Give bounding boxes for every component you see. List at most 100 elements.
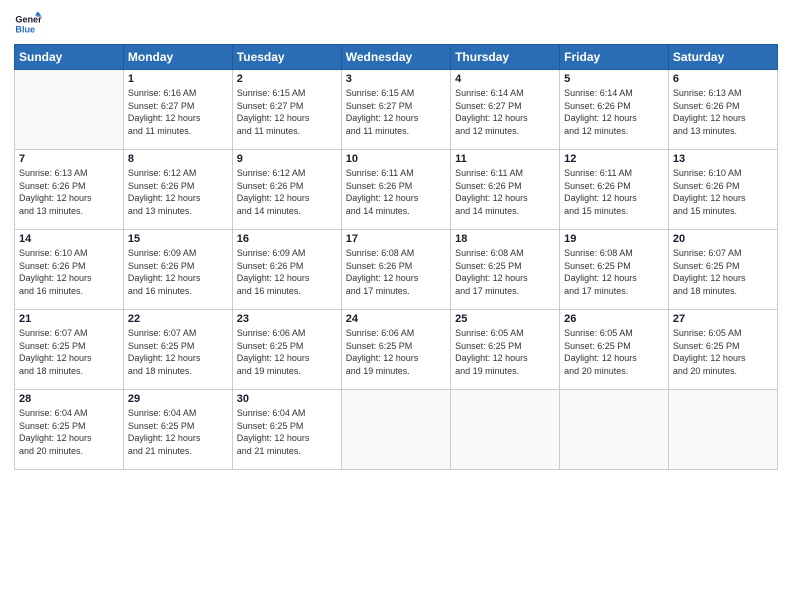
day-info: Sunrise: 6:04 AM Sunset: 6:25 PM Dayligh… bbox=[237, 407, 337, 457]
week-row: 21 Sunrise: 6:07 AM Sunset: 6:25 PM Dayli… bbox=[15, 310, 778, 390]
calendar-cell: 5Sunrise: 6:14 AM Sunset: 6:26 PM Daylig… bbox=[560, 70, 669, 150]
calendar-cell: 8 Sunrise: 6:12 AM Sunset: 6:26 PM Daylig… bbox=[123, 150, 232, 230]
day-info: Sunrise: 6:10 AM Sunset: 6:26 PM Dayligh… bbox=[19, 247, 119, 297]
day-info: Sunrise: 6:09 AM Sunset: 6:26 PM Dayligh… bbox=[237, 247, 337, 297]
day-info: Sunrise: 6:13 AM Sunset: 6:26 PM Dayligh… bbox=[19, 167, 119, 217]
calendar-cell: 28 Sunrise: 6:04 AM Sunset: 6:25 PM Dayli… bbox=[15, 390, 124, 470]
calendar-cell bbox=[15, 70, 124, 150]
calendar-cell: 25 Sunrise: 6:05 AM Sunset: 6:25 PM Dayli… bbox=[451, 310, 560, 390]
day-info: Sunrise: 6:11 AM Sunset: 6:26 PM Dayligh… bbox=[455, 167, 555, 217]
day-number: 3 bbox=[346, 73, 446, 85]
day-number: 4 bbox=[455, 73, 555, 85]
day-number: 21 bbox=[19, 313, 119, 325]
logo: General Blue bbox=[14, 10, 40, 38]
calendar-cell bbox=[451, 390, 560, 470]
svg-text:Blue: Blue bbox=[15, 24, 35, 34]
day-number: 15 bbox=[128, 233, 228, 245]
calendar-cell: 1 Sunrise: 6:16 AM Sunset: 6:27 PM Daylig… bbox=[123, 70, 232, 150]
day-info: Sunrise: 6:08 AM Sunset: 6:25 PM Dayligh… bbox=[564, 247, 664, 297]
day-number: 22 bbox=[128, 313, 228, 325]
day-number: 6 bbox=[673, 73, 773, 85]
header: General Blue bbox=[14, 10, 778, 38]
day-number: 14 bbox=[19, 233, 119, 245]
day-info: Sunrise: 6:05 AM Sunset: 6:25 PM Dayligh… bbox=[673, 327, 773, 377]
calendar-cell: 19 Sunrise: 6:08 AM Sunset: 6:25 PM Dayli… bbox=[560, 230, 669, 310]
calendar-cell: 10 Sunrise: 6:11 AM Sunset: 6:26 PM Dayli… bbox=[341, 150, 450, 230]
calendar-cell: 9Sunrise: 6:12 AM Sunset: 6:26 PM Daylig… bbox=[232, 150, 341, 230]
calendar-cell: 13 Sunrise: 6:10 AM Sunset: 6:26 PM Dayli… bbox=[668, 150, 777, 230]
weekday-header: Monday bbox=[123, 45, 232, 70]
weekday-header: Friday bbox=[560, 45, 669, 70]
day-number: 12 bbox=[564, 153, 664, 165]
day-info: Sunrise: 6:12 AM Sunset: 6:26 PM Dayligh… bbox=[237, 167, 337, 217]
calendar-cell: 22Sunrise: 6:07 AM Sunset: 6:25 PM Dayli… bbox=[123, 310, 232, 390]
day-number: 26 bbox=[564, 313, 664, 325]
day-number: 1 bbox=[128, 73, 228, 85]
day-info: Sunrise: 6:05 AM Sunset: 6:25 PM Dayligh… bbox=[455, 327, 555, 377]
day-number: 30 bbox=[237, 393, 337, 405]
calendar-cell: 6Sunrise: 6:13 AM Sunset: 6:26 PM Daylig… bbox=[668, 70, 777, 150]
day-info: Sunrise: 6:10 AM Sunset: 6:26 PM Dayligh… bbox=[673, 167, 773, 217]
calendar-cell: 24 Sunrise: 6:06 AM Sunset: 6:25 PM Dayli… bbox=[341, 310, 450, 390]
day-info: Sunrise: 6:16 AM Sunset: 6:27 PM Dayligh… bbox=[128, 87, 228, 137]
day-info: Sunrise: 6:04 AM Sunset: 6:25 PM Dayligh… bbox=[128, 407, 228, 457]
calendar-cell bbox=[560, 390, 669, 470]
day-number: 28 bbox=[19, 393, 119, 405]
calendar-cell bbox=[341, 390, 450, 470]
day-number: 19 bbox=[564, 233, 664, 245]
calendar-cell: 23 Sunrise: 6:06 AM Sunset: 6:25 PM Dayli… bbox=[232, 310, 341, 390]
calendar-cell: 7 Sunrise: 6:13 AM Sunset: 6:26 PM Daylig… bbox=[15, 150, 124, 230]
calendar-cell: 15 Sunrise: 6:09 AM Sunset: 6:26 PM Dayli… bbox=[123, 230, 232, 310]
calendar-cell: 11Sunrise: 6:11 AM Sunset: 6:26 PM Dayli… bbox=[451, 150, 560, 230]
day-info: Sunrise: 6:14 AM Sunset: 6:27 PM Dayligh… bbox=[455, 87, 555, 137]
calendar-cell: 16 Sunrise: 6:09 AM Sunset: 6:26 PM Dayli… bbox=[232, 230, 341, 310]
calendar-cell: 2 Sunrise: 6:15 AM Sunset: 6:27 PM Daylig… bbox=[232, 70, 341, 150]
day-number: 2 bbox=[237, 73, 337, 85]
day-info: Sunrise: 6:15 AM Sunset: 6:27 PM Dayligh… bbox=[346, 87, 446, 137]
calendar-cell: 17Sunrise: 6:08 AM Sunset: 6:26 PM Dayli… bbox=[341, 230, 450, 310]
day-number: 13 bbox=[673, 153, 773, 165]
day-number: 24 bbox=[346, 313, 446, 325]
day-number: 7 bbox=[19, 153, 119, 165]
calendar-cell: 26Sunrise: 6:05 AM Sunset: 6:25 PM Dayli… bbox=[560, 310, 669, 390]
calendar-cell: 4 Sunrise: 6:14 AM Sunset: 6:27 PM Daylig… bbox=[451, 70, 560, 150]
week-row: 7 Sunrise: 6:13 AM Sunset: 6:26 PM Daylig… bbox=[15, 150, 778, 230]
day-info: Sunrise: 6:09 AM Sunset: 6:26 PM Dayligh… bbox=[128, 247, 228, 297]
day-number: 23 bbox=[237, 313, 337, 325]
day-info: Sunrise: 6:11 AM Sunset: 6:26 PM Dayligh… bbox=[346, 167, 446, 217]
week-row: 1 Sunrise: 6:16 AM Sunset: 6:27 PM Daylig… bbox=[15, 70, 778, 150]
day-number: 16 bbox=[237, 233, 337, 245]
day-info: Sunrise: 6:08 AM Sunset: 6:26 PM Dayligh… bbox=[346, 247, 446, 297]
calendar-cell: 14 Sunrise: 6:10 AM Sunset: 6:26 PM Dayli… bbox=[15, 230, 124, 310]
calendar-cell: 21 Sunrise: 6:07 AM Sunset: 6:25 PM Dayli… bbox=[15, 310, 124, 390]
day-info: Sunrise: 6:06 AM Sunset: 6:25 PM Dayligh… bbox=[346, 327, 446, 377]
day-number: 8 bbox=[128, 153, 228, 165]
day-info: Sunrise: 6:06 AM Sunset: 6:25 PM Dayligh… bbox=[237, 327, 337, 377]
calendar: SundayMondayTuesdayWednesdayThursdayFrid… bbox=[14, 44, 778, 470]
day-number: 27 bbox=[673, 313, 773, 325]
weekday-header-row: SundayMondayTuesdayWednesdayThursdayFrid… bbox=[15, 45, 778, 70]
day-number: 20 bbox=[673, 233, 773, 245]
calendar-cell bbox=[668, 390, 777, 470]
calendar-cell: 20 Sunrise: 6:07 AM Sunset: 6:25 PM Dayli… bbox=[668, 230, 777, 310]
calendar-cell: 12 Sunrise: 6:11 AM Sunset: 6:26 PM Dayli… bbox=[560, 150, 669, 230]
day-info: Sunrise: 6:12 AM Sunset: 6:26 PM Dayligh… bbox=[128, 167, 228, 217]
calendar-cell: 27 Sunrise: 6:05 AM Sunset: 6:25 PM Dayli… bbox=[668, 310, 777, 390]
weekday-header: Wednesday bbox=[341, 45, 450, 70]
day-number: 25 bbox=[455, 313, 555, 325]
day-number: 18 bbox=[455, 233, 555, 245]
calendar-cell: 18 Sunrise: 6:08 AM Sunset: 6:25 PM Dayli… bbox=[451, 230, 560, 310]
day-info: Sunrise: 6:11 AM Sunset: 6:26 PM Dayligh… bbox=[564, 167, 664, 217]
weekday-header: Tuesday bbox=[232, 45, 341, 70]
weekday-header: Saturday bbox=[668, 45, 777, 70]
day-info: Sunrise: 6:08 AM Sunset: 6:25 PM Dayligh… bbox=[455, 247, 555, 297]
day-info: Sunrise: 6:07 AM Sunset: 6:25 PM Dayligh… bbox=[673, 247, 773, 297]
logo-icon: General Blue bbox=[14, 10, 42, 38]
day-number: 10 bbox=[346, 153, 446, 165]
day-info: Sunrise: 6:07 AM Sunset: 6:25 PM Dayligh… bbox=[19, 327, 119, 377]
day-info: Sunrise: 6:15 AM Sunset: 6:27 PM Dayligh… bbox=[237, 87, 337, 137]
weekday-header: Sunday bbox=[15, 45, 124, 70]
calendar-cell: 3 Sunrise: 6:15 AM Sunset: 6:27 PM Daylig… bbox=[341, 70, 450, 150]
calendar-cell: 30 Sunrise: 6:04 AM Sunset: 6:25 PM Dayli… bbox=[232, 390, 341, 470]
day-info: Sunrise: 6:04 AM Sunset: 6:25 PM Dayligh… bbox=[19, 407, 119, 457]
